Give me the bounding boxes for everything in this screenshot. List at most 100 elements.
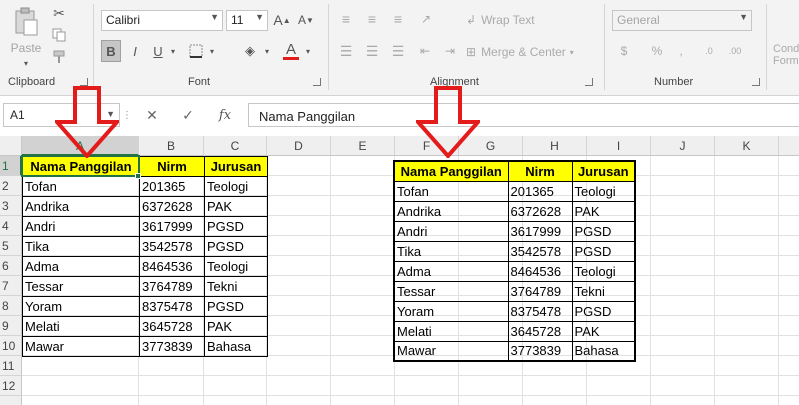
row-header-7[interactable]: 7 xyxy=(0,276,22,296)
alignment-launcher[interactable] xyxy=(585,78,593,86)
cell[interactable]: 3773839 xyxy=(507,340,573,362)
header-cell-jurusan[interactable]: Jurusan xyxy=(571,160,636,182)
copy-icon[interactable] xyxy=(50,26,68,44)
cell[interactable]: Adma xyxy=(22,256,140,277)
number-launcher[interactable] xyxy=(752,78,760,86)
orientation-icon[interactable]: ↗ xyxy=(416,10,436,28)
cell[interactable]: 3617999 xyxy=(139,216,205,237)
function-icon[interactable]: fx xyxy=(214,106,236,124)
paste-dropdown[interactable]: ▾ xyxy=(20,58,32,68)
cell[interactable]: 3764789 xyxy=(507,280,573,302)
merge-center-button[interactable]: ⊞ Merge & Center ▾ xyxy=(466,42,584,62)
column-header-b[interactable]: B xyxy=(139,136,204,156)
row-header-5[interactable]: 5 xyxy=(0,236,22,256)
row-header-12[interactable]: 12 xyxy=(0,376,22,396)
cell[interactable]: Andrika xyxy=(393,200,509,222)
cell[interactable]: 8464536 xyxy=(139,256,205,277)
formula-bar-grip[interactable]: ⋮ xyxy=(122,108,132,122)
paste-button[interactable]: Paste xyxy=(6,4,46,58)
cell[interactable]: Andri xyxy=(393,220,509,242)
align-bottom-icon[interactable]: ≡ xyxy=(389,10,407,28)
cell[interactable]: 201365 xyxy=(139,176,205,197)
header-cell-nirm[interactable]: Nirm xyxy=(139,156,205,177)
cell[interactable]: 3645728 xyxy=(139,316,205,337)
cell[interactable]: PGSD xyxy=(204,296,268,317)
cell[interactable]: 3645728 xyxy=(507,320,573,342)
cell[interactable]: Adma xyxy=(393,260,509,282)
enter-icon[interactable]: ✓ xyxy=(178,106,198,124)
cell[interactable]: PGSD xyxy=(571,240,636,262)
shrink-font-icon[interactable]: A ▼ xyxy=(296,10,316,30)
row-header-3[interactable]: 3 xyxy=(0,196,22,216)
grow-font-icon[interactable]: A ▲ xyxy=(272,10,292,30)
column-header-d[interactable]: D xyxy=(267,136,331,156)
number-format-select[interactable]: General ▼ xyxy=(612,10,752,31)
cell[interactable]: Tofan xyxy=(22,176,140,197)
column-header-c[interactable]: C xyxy=(204,136,267,156)
cell[interactable]: Tekni xyxy=(571,280,636,302)
cancel-icon[interactable]: ✕ xyxy=(142,106,162,124)
decrease-indent-icon[interactable]: ⇤ xyxy=(416,42,434,60)
select-all-corner[interactable] xyxy=(0,136,22,156)
cell[interactable]: Tofan xyxy=(393,180,509,202)
decrease-decimal-icon[interactable]: .00 xyxy=(724,42,746,60)
row-header-6[interactable]: 6 xyxy=(0,256,22,276)
cell[interactable]: Tekni xyxy=(204,276,268,297)
fill-color-icon[interactable]: ◈ xyxy=(240,40,260,62)
cell[interactable]: Tessar xyxy=(393,280,509,302)
cell[interactable]: Yoram xyxy=(22,296,140,317)
row-header-13[interactable] xyxy=(0,396,22,405)
cell[interactable]: PGSD xyxy=(571,300,636,322)
cell[interactable]: Tika xyxy=(22,236,140,257)
cell[interactable]: Mawar xyxy=(393,340,509,362)
cell[interactable]: PAK xyxy=(571,200,636,222)
formula-input[interactable]: Nama Panggilan xyxy=(248,103,799,127)
border-dropdown[interactable]: ▾ xyxy=(207,44,217,58)
align-left-icon[interactable]: ☰ xyxy=(337,42,355,60)
column-header-e[interactable]: E xyxy=(331,136,395,156)
font-launcher[interactable] xyxy=(313,78,321,86)
cell[interactable]: Teologi xyxy=(571,180,636,202)
underline-dropdown[interactable]: ▾ xyxy=(168,44,178,58)
align-top-icon[interactable]: ≡ xyxy=(337,10,355,28)
cell[interactable]: Yoram xyxy=(393,300,509,322)
cell[interactable]: PGSD xyxy=(204,236,268,257)
cell[interactable]: Teologi xyxy=(571,260,636,282)
currency-icon[interactable]: $ xyxy=(614,42,634,60)
cell[interactable]: 3764789 xyxy=(139,276,205,297)
cell[interactable]: 201365 xyxy=(507,180,573,202)
header-cell-nama[interactable]: Nama Panggilan xyxy=(22,156,140,177)
row-header-2[interactable]: 2 xyxy=(0,176,22,196)
align-center-icon[interactable]: ☰ xyxy=(363,42,381,60)
fill-handle[interactable] xyxy=(135,173,141,179)
cell[interactable]: 6372628 xyxy=(139,196,205,217)
format-painter-icon[interactable] xyxy=(50,48,68,66)
cell[interactable]: PAK xyxy=(204,196,268,217)
fill-color-dropdown[interactable]: ▾ xyxy=(262,44,272,58)
clipboard-launcher[interactable] xyxy=(80,78,88,86)
column-header-k[interactable]: K xyxy=(715,136,779,156)
cell[interactable]: 8375478 xyxy=(139,296,205,317)
column-header-h[interactable]: H xyxy=(523,136,587,156)
cell[interactable]: Teologi xyxy=(204,176,268,197)
font-size-select[interactable]: 11 ▼ xyxy=(226,10,268,31)
cell[interactable]: Bahasa xyxy=(204,336,268,357)
row-header-11[interactable]: 11 xyxy=(0,356,22,376)
cell[interactable]: Melati xyxy=(22,316,140,337)
cell[interactable]: PAK xyxy=(204,316,268,337)
align-middle-icon[interactable]: ≡ xyxy=(363,10,381,28)
column-header-i[interactable]: I xyxy=(587,136,651,156)
italic-button[interactable]: I xyxy=(126,40,144,62)
border-icon[interactable] xyxy=(186,42,206,60)
cell[interactable]: Bahasa xyxy=(571,340,636,362)
comma-icon[interactable]: , xyxy=(672,42,690,60)
row-header-4[interactable]: 4 xyxy=(0,216,22,236)
align-right-icon[interactable]: ☰ xyxy=(389,42,407,60)
increase-decimal-icon[interactable]: .0 xyxy=(698,42,720,60)
header-cell-nirm[interactable]: Nirm xyxy=(507,160,573,182)
cell[interactable]: 6372628 xyxy=(507,200,573,222)
column-header-j[interactable]: J xyxy=(651,136,715,156)
cell[interactable]: 8375478 xyxy=(507,300,573,322)
font-color-icon[interactable]: A xyxy=(281,40,301,62)
cell[interactable]: Andrika xyxy=(22,196,140,217)
